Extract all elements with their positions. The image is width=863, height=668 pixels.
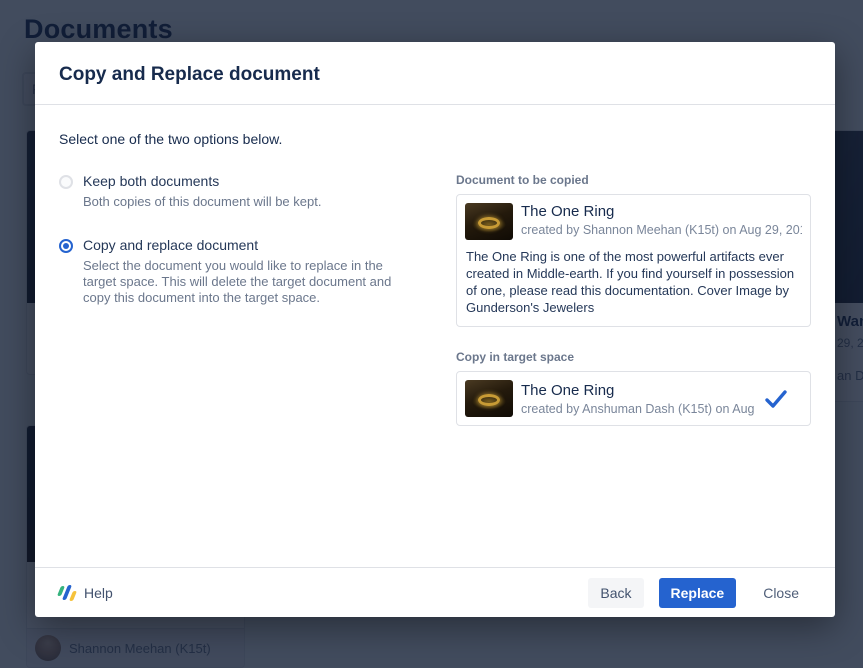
target-section-label: Copy in target space bbox=[456, 350, 811, 364]
document-title: The One Ring bbox=[521, 382, 756, 399]
source-section-label: Document to be copied bbox=[456, 173, 811, 187]
document-meta: created by Anshuman Dash (K15t) on Aug 2… bbox=[521, 402, 756, 416]
documents-panel: Document to be copied The One Ring creat… bbox=[456, 173, 811, 426]
radio-unselected-icon[interactable] bbox=[59, 175, 73, 189]
close-button[interactable]: Close bbox=[751, 578, 811, 608]
option-description: Select the document you would like to re… bbox=[83, 258, 413, 306]
k15t-logo-icon bbox=[59, 585, 75, 601]
option-label: Copy and replace document bbox=[83, 237, 413, 253]
document-thumbnail bbox=[465, 203, 513, 240]
document-thumbnail bbox=[465, 380, 513, 417]
option-copy-replace[interactable]: Copy and replace document Select the doc… bbox=[59, 237, 431, 306]
dialog-body: Select one of the two options below. Kee… bbox=[35, 105, 835, 567]
option-description: Both copies of this document will be kep… bbox=[83, 194, 321, 210]
option-label: Keep both documents bbox=[83, 173, 321, 189]
document-title: The One Ring bbox=[521, 203, 802, 220]
radio-selected-icon[interactable] bbox=[59, 239, 73, 253]
help-link[interactable]: Help bbox=[59, 585, 113, 601]
dialog-header: Copy and Replace document bbox=[35, 42, 835, 105]
selected-check-icon bbox=[764, 388, 788, 410]
back-button[interactable]: Back bbox=[588, 578, 643, 608]
source-document-card: The One Ring created by Shannon Meehan (… bbox=[456, 194, 811, 327]
dialog-title: Copy and Replace document bbox=[59, 64, 811, 86]
copy-replace-dialog: Copy and Replace document Select one of … bbox=[35, 42, 835, 617]
document-description: The One Ring is one of the most powerful… bbox=[465, 248, 802, 318]
target-document-card[interactable]: The One Ring created by Anshuman Dash (K… bbox=[456, 371, 811, 426]
dialog-intro-text: Select one of the two options below. bbox=[59, 131, 811, 147]
dialog-footer: Help Back Replace Close bbox=[35, 567, 835, 617]
help-label: Help bbox=[84, 585, 113, 601]
options-group: Keep both documents Both copies of this … bbox=[59, 173, 431, 426]
option-keep-both[interactable]: Keep both documents Both copies of this … bbox=[59, 173, 431, 210]
document-meta: created by Shannon Meehan (K15t) on Aug … bbox=[521, 223, 802, 237]
replace-button[interactable]: Replace bbox=[659, 578, 737, 608]
